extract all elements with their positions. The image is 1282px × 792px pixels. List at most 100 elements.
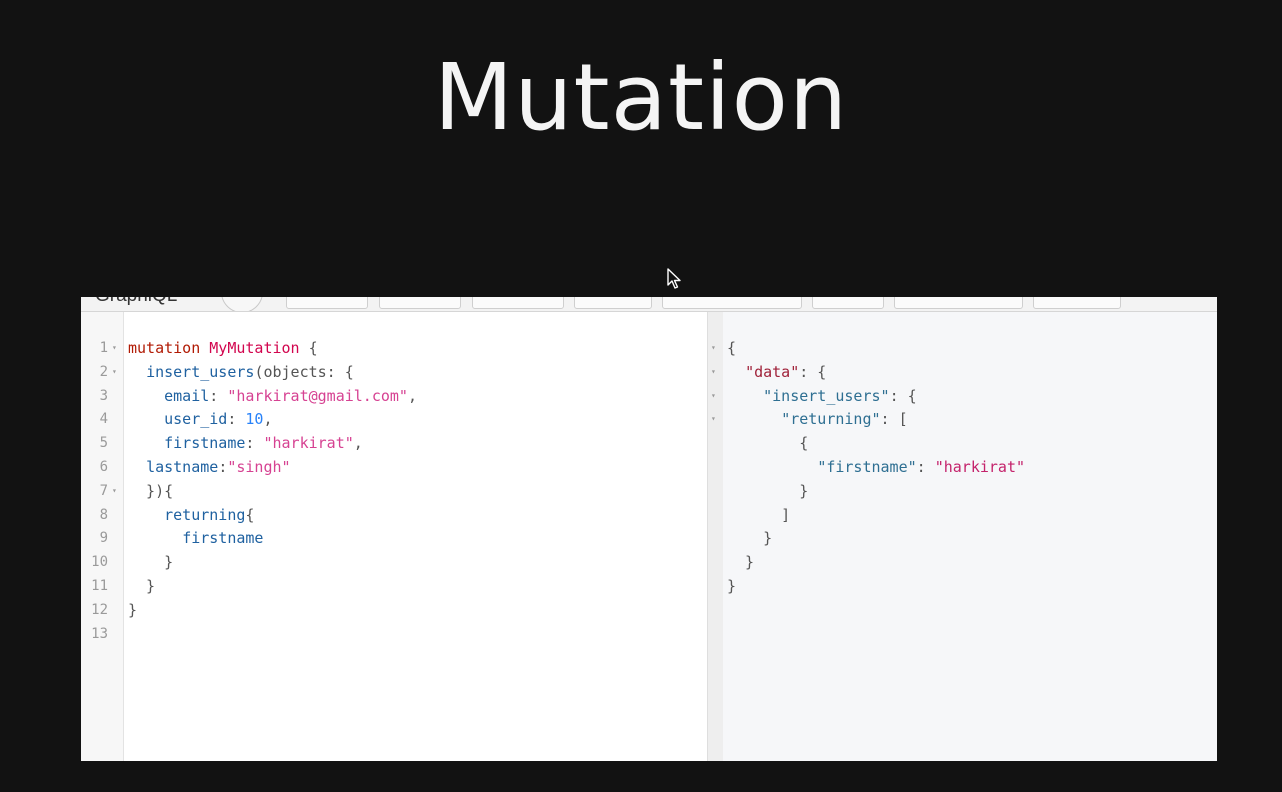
code-token: :: [218, 458, 228, 476]
slide-title: Mutation: [433, 44, 849, 151]
fold-arrow-icon[interactable]: ▾: [711, 336, 716, 360]
fold-arrow-icon[interactable]: ▾: [112, 479, 117, 503]
code-text: }: [727, 550, 754, 574]
code-text: user_id: 10,: [128, 407, 273, 431]
code-token: "harkirat@gmail.com": [227, 386, 408, 405]
code-token: "firstname": [817, 458, 917, 476]
code-token: {: [727, 339, 737, 357]
code-text: }: [128, 550, 173, 574]
code-token: "insert_users": [763, 386, 890, 405]
code-token: : {: [799, 362, 827, 381]
code-token: {: [727, 434, 809, 453]
toolbar-button[interactable]: [379, 297, 461, 309]
code-token: }: [128, 577, 156, 595]
code-token: ,: [407, 386, 417, 405]
code-token: : {: [889, 386, 917, 405]
code-text: returning{: [128, 503, 254, 527]
line-number: 10: [91, 554, 108, 571]
line-number: 8: [99, 506, 108, 523]
code-token: mutation: [128, 339, 201, 357]
code-token: }: [727, 577, 737, 595]
code-token: insert_users: [146, 362, 255, 381]
code-text: "insert_users": {: [727, 384, 917, 408]
code-token: :: [916, 458, 935, 476]
toolbar-button[interactable]: [662, 297, 802, 309]
fold-arrow-icon[interactable]: ▾: [711, 360, 716, 384]
code-token: "returning": [781, 410, 881, 429]
toolbar-button[interactable]: [894, 297, 1023, 309]
mouse-cursor-icon: [667, 268, 681, 289]
code-token: : [: [880, 410, 908, 429]
code-text: {: [727, 336, 736, 360]
toolbar: GraphiQL: [81, 297, 1217, 312]
code-text: }: [727, 526, 772, 550]
code-token: (objects: {: [254, 362, 354, 381]
line-number: 5: [99, 435, 108, 452]
code-token: "singh": [227, 458, 291, 476]
code-text: mutation MyMutation {: [128, 336, 318, 360]
code-token: returning: [164, 505, 246, 524]
app-title: GraphiQL: [95, 297, 177, 307]
fold-arrow-icon[interactable]: ▾: [112, 360, 117, 384]
toolbar-button[interactable]: [286, 297, 368, 309]
fold-arrow-icon[interactable]: ▾: [711, 407, 716, 431]
run-button[interactable]: [221, 297, 263, 311]
code-token: }: [727, 553, 755, 572]
code-text: }){: [128, 479, 173, 503]
code-text: "firstname": "harkirat": [727, 455, 1025, 479]
code-text: ]: [727, 503, 790, 527]
line-number: 9: [99, 530, 108, 547]
line-number: 7: [99, 482, 108, 499]
line-number: 1: [99, 340, 108, 356]
code-token: {: [245, 505, 255, 524]
toolbar-button[interactable]: [1033, 297, 1121, 309]
code-token: lastname: [146, 458, 219, 476]
code-token: :: [245, 434, 264, 453]
code-text: }: [128, 598, 137, 622]
toolbar-button[interactable]: [812, 297, 884, 309]
code-token: ,: [353, 434, 363, 453]
code-token: firstname: [164, 434, 246, 453]
code-text: "data": {: [727, 360, 826, 384]
graphiql-window: GraphiQL 1▾mutation MyMutation {2▾ inser…: [81, 297, 1217, 761]
fold-arrow-icon[interactable]: ▾: [112, 336, 117, 360]
code-token: :: [209, 386, 228, 405]
code-token: {: [299, 339, 318, 357]
query-editor[interactable]: 1 ▾ mutation MyMutation {2 ▾ insert_users(o…: [81, 312, 707, 761]
fold-arrow-icon[interactable]: ▾: [711, 384, 716, 408]
code-token: :: [227, 410, 246, 429]
code-token: ]: [727, 505, 791, 524]
code-token: ,: [263, 410, 273, 429]
code-text: email: "harkirat@gmail.com",: [128, 384, 417, 408]
code-token: email: [164, 386, 210, 405]
code-token: 10: [245, 410, 264, 429]
code-token: }: [727, 481, 809, 500]
code-token: "harkirat": [934, 458, 1026, 476]
code-token: user_id: [164, 410, 228, 429]
code-text: lastname:"singh": [128, 455, 291, 479]
code-text: insert_users(objects: {: [128, 360, 354, 384]
line-number: 4: [99, 411, 108, 428]
code-text: firstname: "harkirat",: [128, 431, 363, 455]
line-number: 11: [91, 578, 108, 594]
code-text: }: [727, 479, 808, 503]
toolbar-button[interactable]: [574, 297, 652, 309]
line-number: 6: [99, 459, 108, 475]
code-text: }: [128, 574, 155, 598]
toolbar-button[interactable]: [472, 297, 564, 309]
code-token: }){: [128, 481, 174, 500]
code-token: MyMutation: [209, 339, 300, 357]
code-token: }: [727, 529, 773, 548]
